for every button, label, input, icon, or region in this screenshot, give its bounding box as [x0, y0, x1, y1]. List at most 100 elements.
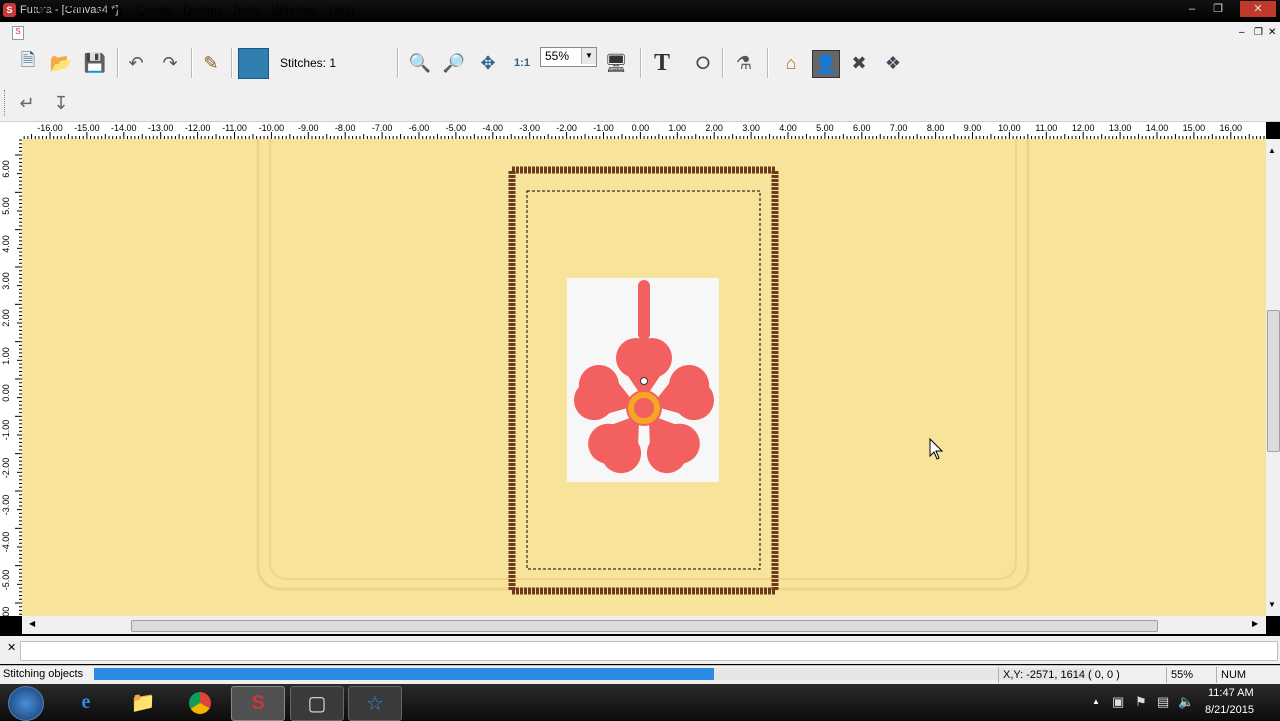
select-tool-icon[interactable]: ⭘	[690, 50, 716, 76]
open-folder-icon[interactable]: 📂	[48, 50, 74, 76]
ruler-label: -11.00	[222, 123, 247, 133]
undo-icon[interactable]: ↶	[123, 50, 149, 76]
zoom-select-value: 55%	[545, 49, 570, 63]
menu-design[interactable]: Design	[183, 3, 220, 17]
node-edit-icon[interactable]: ↧	[48, 90, 74, 116]
ruler-label: 4.00	[1, 234, 11, 253]
futura-app-icon[interactable]: S	[231, 686, 285, 721]
home-hoop-icon[interactable]: ⌂	[778, 50, 804, 76]
menu-window[interactable]: Window	[272, 3, 315, 17]
zoom-in-icon[interactable]: 🔍	[407, 50, 433, 76]
ruler-label: -3.00	[519, 123, 540, 133]
selection-handle	[640, 377, 648, 385]
color-swatch[interactable]	[238, 48, 269, 79]
ruler-label: 6.00	[853, 123, 871, 133]
document-icon[interactable]: S	[12, 26, 24, 40]
ruler-corner	[0, 122, 22, 139]
pieces-icon[interactable]: ❖	[880, 50, 906, 76]
menu-edit[interactable]: Edit	[63, 3, 84, 17]
show-hidden-icons-icon[interactable]: ▲	[1092, 697, 1100, 706]
network-icon[interactable]: ▤	[1157, 694, 1169, 710]
ruler-label: -16.00	[37, 123, 63, 133]
new-file-icon[interactable]: 🗎	[15, 50, 41, 76]
scroll-left-arrow-icon[interactable]: ◀	[29, 619, 35, 628]
menu-view[interactable]: View	[96, 3, 122, 17]
design-canvas[interactable]	[22, 139, 1266, 616]
ruler-label: 16.00	[1219, 123, 1243, 133]
ruler-label: 2.00	[1, 309, 11, 328]
vertical-ruler: 6.00 5.00 4.00 3.00 2.00 1.00 0.00 -1.00 -2.00 -3…	[0, 139, 23, 616]
chrome-icon[interactable]	[174, 686, 226, 719]
fit-to-window-icon[interactable]: ✥	[475, 50, 501, 76]
ruler-label: 7.00	[889, 123, 908, 133]
zoom-select[interactable]: 55% ▼	[540, 47, 597, 67]
stitches-count: Stitches: 1	[280, 56, 337, 70]
volume-icon[interactable]: 🔈	[1178, 694, 1194, 710]
menu-file[interactable]: File	[32, 3, 51, 17]
secondary-toolbar	[0, 85, 1280, 122]
actual-size-icon[interactable]: 1:1	[509, 50, 535, 76]
photo-stitch-icon[interactable]: 👤	[812, 50, 840, 78]
toolbar-separator	[117, 48, 119, 78]
chevron-down-icon[interactable]: ▼	[581, 48, 596, 64]
menu-create[interactable]: Create	[136, 3, 172, 17]
horizontal-scroll-thumb[interactable]	[131, 620, 1158, 632]
close-panel-icon[interactable]: ✕	[7, 641, 16, 654]
file-explorer-icon[interactable]: 📁	[117, 686, 169, 719]
ruler-label: -15.00	[74, 123, 100, 133]
command-input[interactable]	[20, 641, 1278, 661]
node-tool-icon[interactable]: ↵	[14, 90, 40, 116]
ruler-label: -2.00	[556, 123, 577, 133]
ruler-label: 9.00	[963, 123, 982, 133]
ruler-label: -9.00	[298, 123, 319, 133]
ruler-label: -6.00	[1, 607, 11, 616]
scroll-down-arrow-icon[interactable]: ▼	[1268, 600, 1276, 609]
ruler-label: 4.00	[779, 123, 797, 133]
text-tool-icon[interactable]: T	[649, 50, 675, 76]
start-button[interactable]	[8, 686, 44, 721]
scroll-right-arrow-icon[interactable]: ▶	[1252, 619, 1258, 628]
ruler-label: 1.00	[668, 123, 687, 133]
vertical-scroll-thumb[interactable]	[1267, 310, 1280, 452]
flower-stem	[638, 280, 650, 340]
close-button[interactable]: ✕	[1240, 1, 1276, 17]
monitor-preview-icon[interactable]: 🖥	[603, 50, 629, 76]
restore-button[interactable]: ❐	[1208, 1, 1228, 17]
sewing-machine-icon[interactable]: ⚗	[731, 50, 757, 76]
toolbar-separator	[191, 48, 193, 78]
clock-date[interactable]: 8/21/2015	[1205, 704, 1254, 716]
redo-icon[interactable]: ↷	[157, 50, 183, 76]
action-center-icon[interactable]: ⚑	[1135, 694, 1147, 710]
ruler-label: -5.00	[445, 123, 467, 133]
ruler-label: 1.00	[1, 346, 11, 365]
design-pen-icon[interactable]: ✎	[198, 50, 224, 76]
cross-stitch-icon[interactable]: ✖	[846, 50, 872, 76]
ruler-label: -2.00	[1, 457, 11, 478]
horizontal-ruler: -16.00 -15.00 -14.00 -13.00 -12.00 -11.00 -10.…	[22, 122, 1266, 140]
status-message: Stitching objects	[3, 668, 84, 680]
mdi-minimize-button[interactable]: –	[1239, 27, 1245, 38]
mdi-close-button[interactable]: ✕	[1268, 27, 1276, 38]
progress-bar	[94, 668, 714, 680]
star-app-icon[interactable]: ☆	[348, 686, 402, 721]
ruler-label: 6.00	[1, 160, 11, 178]
window-thumbnail-icon[interactable]: ▢	[290, 686, 344, 721]
mouse-cursor-icon	[929, 437, 944, 460]
menu-tools[interactable]: Tools	[232, 3, 260, 17]
minimize-button[interactable]: –	[1182, 1, 1202, 17]
clock-time[interactable]: 11:47 AM	[1208, 687, 1254, 699]
ruler-label: 10.00	[998, 123, 1021, 133]
save-icon[interactable]: 💾	[82, 50, 108, 76]
menu-help[interactable]: Help	[329, 3, 354, 17]
menu-bar	[0, 22, 1280, 44]
internet-explorer-icon[interactable]: e	[60, 686, 112, 719]
toolbar-separator	[640, 48, 642, 78]
mdi-restore-button[interactable]: ❐	[1254, 27, 1263, 38]
zoom-out-icon[interactable]: 🔎	[441, 50, 467, 76]
scroll-up-arrow-icon[interactable]: ▲	[1268, 146, 1276, 155]
ruler-label: -7.00	[371, 123, 393, 133]
tray-app-icon[interactable]: ▣	[1112, 694, 1124, 710]
num-lock-indicator: NUM	[1216, 667, 1261, 683]
ruler-label: 2.00	[705, 123, 723, 133]
ruler-label: 0.00	[631, 123, 650, 133]
